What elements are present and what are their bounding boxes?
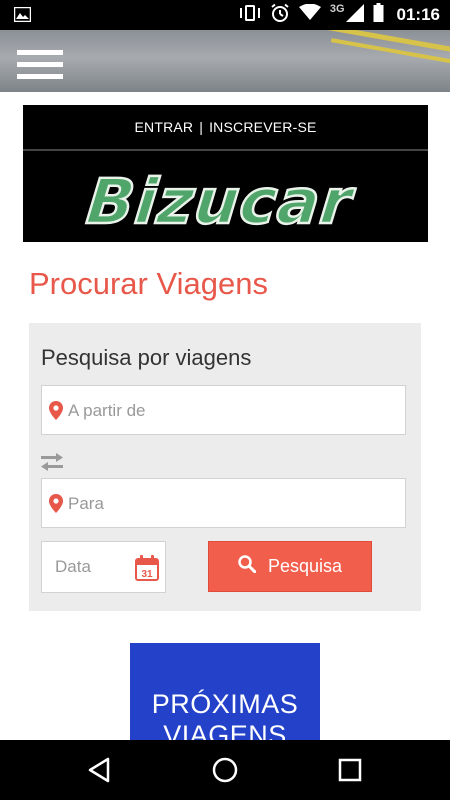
search-panel: Pesquisa por viagens A partir de Para Da… [29,323,421,611]
location-pin-icon [49,494,63,518]
promo-line-1: PRÓXIMAS [151,689,299,719]
vibrate-icon [239,4,261,27]
location-pin-icon [49,401,63,425]
auth-links: ENTRAR | INSCREVER-SE [23,105,428,149]
date-placeholder: Data [55,557,91,576]
signal-icon [345,3,364,27]
search-icon [238,555,257,578]
auth-separator: | [199,119,204,135]
origin-input[interactable]: A partir de [41,385,406,435]
wifi-icon [298,3,321,26]
logo-block: ENTRAR | INSCREVER-SE Bizucar [23,105,428,242]
swap-icon[interactable] [41,453,63,471]
brand-logo[interactable]: Bizucar [23,151,428,242]
status-icons: 3G 01:16 [239,0,440,30]
page-title: Procurar Viagens [29,266,268,301]
app-screen: 3G 01:16 ENTRAR | INSCREVER-SE Bizucar P… [0,0,450,800]
calendar-day: 31 [141,569,153,580]
back-icon[interactable] [84,754,116,786]
search-button[interactable]: Pesquisa [208,541,372,592]
header-banner [0,30,450,92]
recents-icon[interactable] [334,754,366,786]
image-notification-icon [13,6,32,27]
login-link[interactable]: ENTRAR [134,119,193,135]
hamburger-menu-icon[interactable] [17,50,63,82]
system-nav-bar [0,740,450,800]
signup-link[interactable]: INSCREVER-SE [209,119,316,135]
status-time: 01:16 [396,5,440,24]
calendar-icon[interactable]: 31 [135,555,159,586]
status-bar: 3G 01:16 [0,0,450,30]
battery-icon [373,3,384,27]
search-heading: Pesquisa por viagens [41,345,252,370]
search-button-label: Pesquisa [267,556,343,576]
brand-logo-text: Bizucar [83,165,358,238]
date-input[interactable]: Data 31 [41,541,166,593]
network-type-label: 3G [329,3,345,15]
alarm-icon [270,3,290,28]
destination-placeholder: Para [68,494,104,513]
home-icon[interactable] [209,754,241,786]
destination-input[interactable]: Para [41,478,406,528]
origin-placeholder: A partir de [68,401,146,420]
